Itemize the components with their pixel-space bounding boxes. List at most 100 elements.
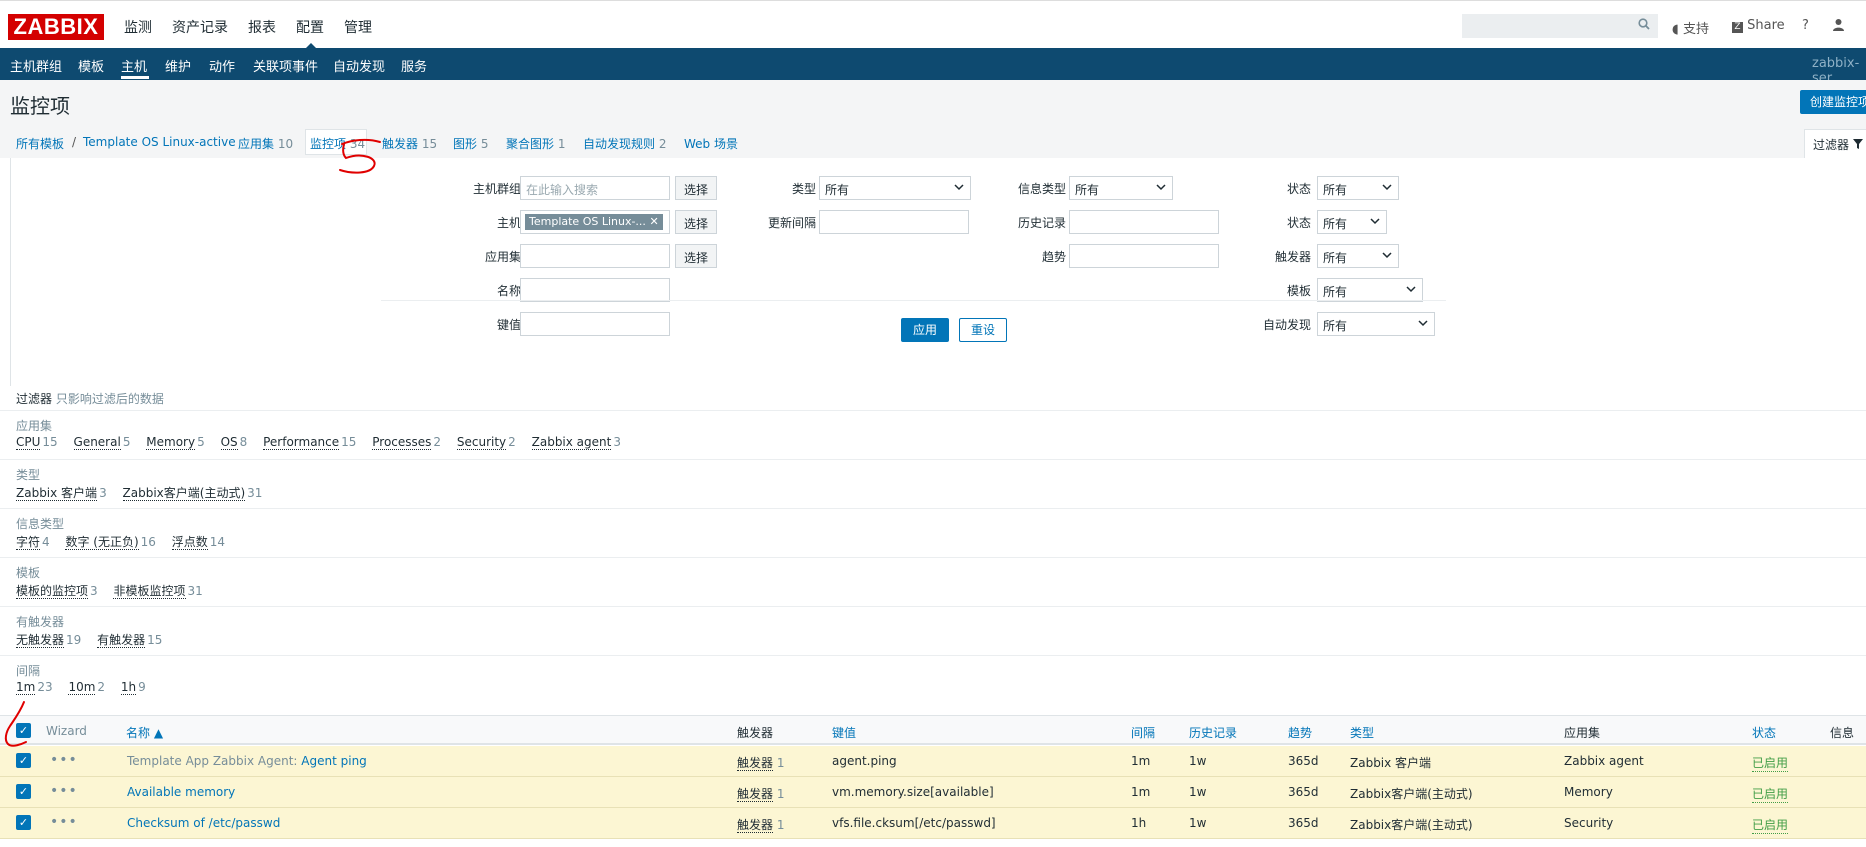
subfilter-item[interactable]: 1h xyxy=(120,680,137,695)
menu-configuration[interactable]: 配置 xyxy=(296,17,324,37)
status-toggle[interactable]: 已启用 xyxy=(1752,785,1789,803)
remove-chip-icon[interactable]: ✕ xyxy=(649,215,658,228)
application-input[interactable] xyxy=(520,244,670,268)
subfilter-item[interactable]: Performance xyxy=(263,435,340,450)
interval-input[interactable] xyxy=(819,210,969,234)
row-checkbox[interactable]: ✓ xyxy=(16,815,31,830)
subfilter-item[interactable]: 浮点数 xyxy=(171,535,208,550)
subfilter-item[interactable]: Zabbix agent xyxy=(531,435,612,450)
tab-count: 10 xyxy=(277,137,294,151)
col-name[interactable]: 名称 ▲ xyxy=(126,724,163,741)
page-title: 监控项 xyxy=(10,94,70,118)
filter-tab[interactable]: 过滤器 xyxy=(1804,129,1866,159)
triggers-link[interactable]: 触发器 xyxy=(737,756,774,771)
col-type[interactable]: 类型 xyxy=(1350,724,1374,741)
status-select[interactable]: 所有 xyxy=(1317,210,1387,234)
col-status[interactable]: 状态 xyxy=(1752,724,1776,741)
host-input[interactable]: Template OS Linux-... ✕ xyxy=(520,210,670,234)
subfilter-count: 31 xyxy=(247,486,263,500)
zabbix-logo[interactable]: ZABBIX xyxy=(8,14,104,40)
subfilter-item[interactable]: 数字 (无正负) xyxy=(65,535,139,550)
subfilter-item[interactable]: 字符 xyxy=(16,535,41,550)
create-item-button[interactable]: 创建监控项 xyxy=(1800,90,1866,114)
status-toggle[interactable]: 已启用 xyxy=(1752,754,1789,772)
subfilter-item[interactable]: 10m xyxy=(68,680,96,695)
wizard-menu-icon[interactable]: ••• xyxy=(50,783,78,799)
row-checkbox[interactable]: ✓ xyxy=(16,784,31,799)
tab-screens[interactable]: 聚合图形 1 xyxy=(506,135,565,152)
state-value: 所有 xyxy=(1323,183,1348,197)
info-type-select[interactable]: 所有 xyxy=(1069,176,1173,200)
subfilter-item[interactable]: Processes xyxy=(372,435,432,450)
template-select[interactable]: 所有 xyxy=(1317,278,1423,302)
submenu-host-groups[interactable]: 主机群组 xyxy=(10,56,62,75)
host-chip[interactable]: Template OS Linux-... ✕ xyxy=(525,214,663,230)
table-row[interactable]: ✓ ••• Template App Zabbix Agent: Agent p… xyxy=(0,746,1866,777)
submenu-discovery[interactable]: 自动发现 xyxy=(333,56,385,75)
host-group-select-button[interactable]: 选择 xyxy=(675,176,718,200)
support-link[interactable]: ◖ 支持 xyxy=(1672,18,1709,37)
subfilter-item[interactable]: 有触发器 xyxy=(97,633,146,648)
col-key[interactable]: 键值 xyxy=(832,724,856,741)
subfilter-item[interactable]: 1m xyxy=(16,680,36,695)
submenu-services[interactable]: 服务 xyxy=(401,56,427,75)
key-input[interactable] xyxy=(520,312,670,336)
col-history[interactable]: 历史记录 xyxy=(1189,724,1237,741)
name-input[interactable] xyxy=(520,278,670,302)
submenu-templates[interactable]: 模板 xyxy=(78,56,104,75)
table-row[interactable]: ✓ ••• Checksum of /etc/passwd 触发器 1 vfs.… xyxy=(0,808,1866,839)
type-select[interactable]: 所有 xyxy=(819,176,971,200)
item-name-link[interactable]: Available memory xyxy=(127,785,235,799)
tab-web-scenarios[interactable]: Web 场景 xyxy=(684,135,738,152)
subfilter-item[interactable]: CPU xyxy=(16,435,41,450)
triggers-link[interactable]: 触发器 xyxy=(737,787,774,802)
subfilter-item[interactable]: 无触发器 xyxy=(16,633,65,648)
subfilter-item[interactable]: OS xyxy=(220,435,238,450)
submenu-maintenance[interactable]: 维护 xyxy=(165,56,191,75)
host-group-input[interactable]: 在此输入搜索 xyxy=(520,176,670,200)
tab-applications[interactable]: 应用集 10 xyxy=(238,135,293,152)
crumb-template[interactable]: Template OS Linux-active xyxy=(83,135,236,149)
submenu-actions[interactable]: 动作 xyxy=(209,56,235,75)
host-select-button[interactable]: 选择 xyxy=(675,210,718,234)
wizard-menu-icon[interactable]: ••• xyxy=(50,752,78,768)
share-link[interactable]: Z Share xyxy=(1732,18,1785,33)
wizard-menu-icon[interactable]: ••• xyxy=(50,814,78,830)
apply-button[interactable]: 应用 xyxy=(901,318,949,342)
status-toggle[interactable]: 已启用 xyxy=(1752,816,1789,834)
subfilter-item[interactable]: General xyxy=(73,435,121,450)
subfilter-item[interactable]: Zabbix客户端(主动式) xyxy=(122,486,246,501)
crumb-all-templates[interactable]: 所有模板 xyxy=(16,135,64,152)
subfilter-item[interactable]: Security xyxy=(456,435,507,450)
item-template-link[interactable]: Template App Zabbix Agent: xyxy=(127,754,297,768)
application-select-button[interactable]: 选择 xyxy=(675,244,718,268)
menu-inventory[interactable]: 资产记录 xyxy=(172,17,228,37)
triggers-link[interactable]: 触发器 xyxy=(737,818,774,833)
submenu-correlation[interactable]: 关联项事件 xyxy=(253,56,318,75)
help-icon[interactable]: ? xyxy=(1802,18,1809,33)
subfilter-item[interactable]: 模板的监控项 xyxy=(16,584,89,599)
submenu-hosts[interactable]: 主机 xyxy=(121,56,147,75)
global-search-input[interactable] xyxy=(1462,14,1658,38)
menu-monitoring[interactable]: 监测 xyxy=(124,17,152,37)
triggers-select[interactable]: 所有 xyxy=(1317,244,1399,268)
col-trends[interactable]: 趋势 xyxy=(1288,724,1312,741)
state-select[interactable]: 所有 xyxy=(1317,176,1399,200)
subfilter-item[interactable]: Memory xyxy=(146,435,196,450)
subfilter-item[interactable]: 非模板监控项 xyxy=(113,584,186,599)
discovery-select[interactable]: 所有 xyxy=(1317,312,1435,336)
subfilter-item[interactable]: Zabbix 客户端 xyxy=(16,486,98,501)
history-input[interactable] xyxy=(1069,210,1219,234)
menu-reports[interactable]: 报表 xyxy=(248,17,276,37)
col-interval[interactable]: 间隔 xyxy=(1131,724,1155,741)
menu-administration[interactable]: 管理 xyxy=(344,17,372,37)
user-icon[interactable] xyxy=(1832,18,1845,35)
item-name-link[interactable]: Agent ping xyxy=(301,754,367,768)
tab-graphs[interactable]: 图形 5 xyxy=(453,135,488,152)
reset-button[interactable]: 重设 xyxy=(959,318,1007,342)
tab-discovery-rules[interactable]: 自动发现规则 2 xyxy=(583,135,666,152)
search-icon[interactable] xyxy=(1638,18,1652,32)
item-name-link[interactable]: Checksum of /etc/passwd xyxy=(127,816,280,830)
table-row[interactable]: ✓ ••• Available memory 触发器 1 vm.memory.s… xyxy=(0,777,1866,808)
trends-input[interactable] xyxy=(1069,244,1219,268)
